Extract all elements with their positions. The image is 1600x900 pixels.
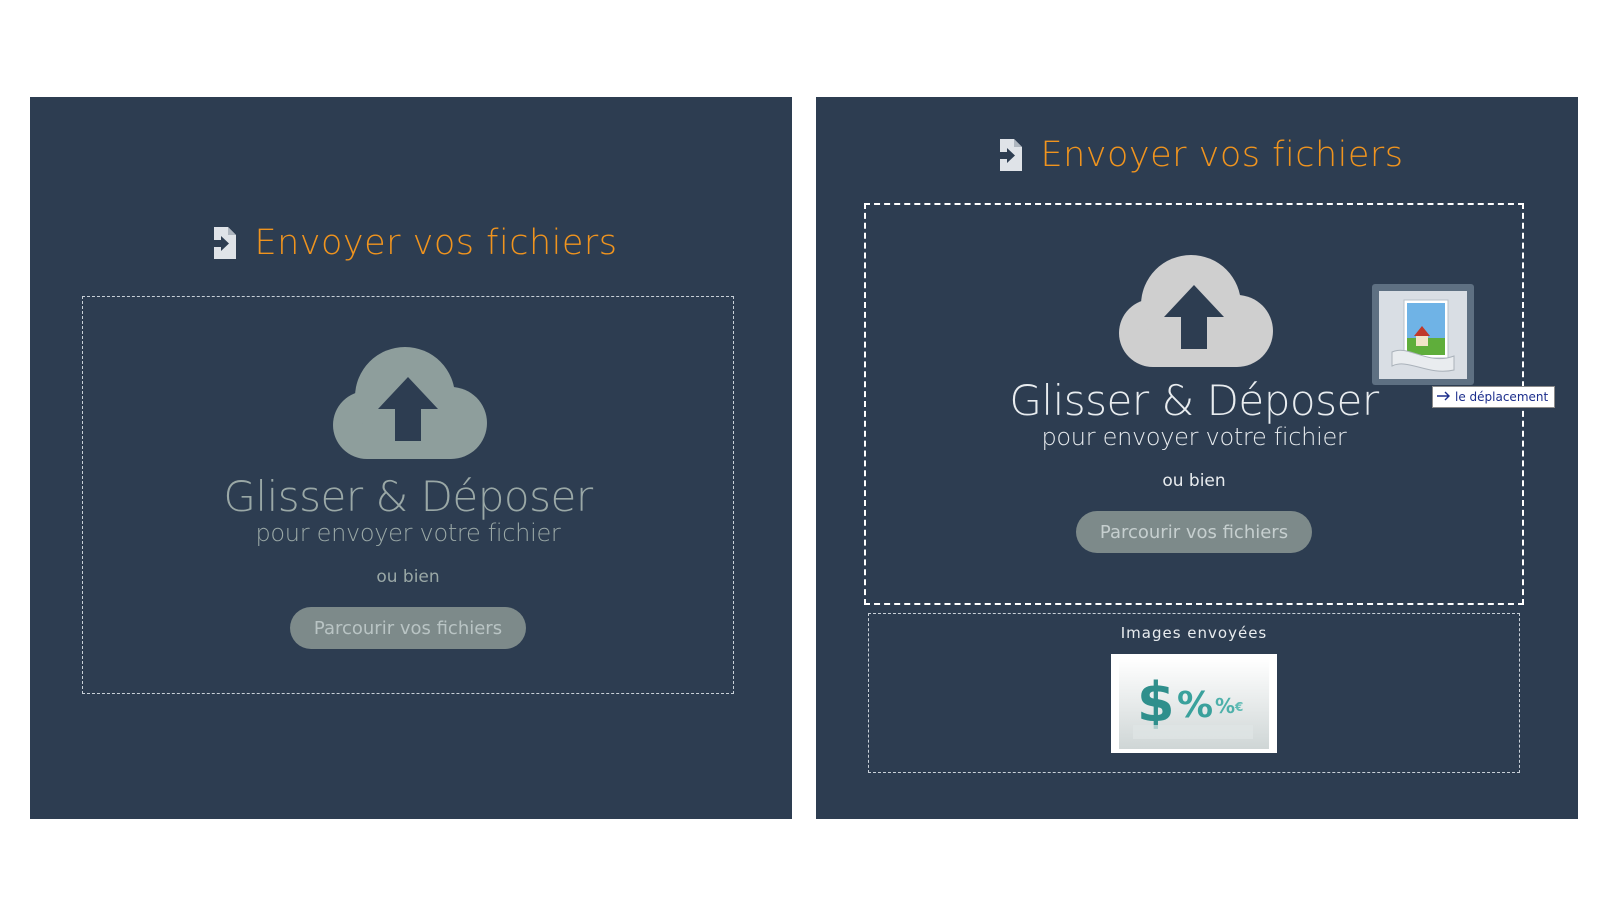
upload-panel-idle: Envoyer vos fichiers Glisser & Déposer p…: [30, 97, 792, 819]
browse-files-button[interactable]: Parcourir vos fichiers: [289, 607, 527, 649]
uploaded-images-area: Images envoyées $ % % €: [868, 613, 1520, 773]
uploaded-images-title: Images envoyées: [1120, 624, 1268, 642]
drop-zone[interactable]: Glisser & Déposer pour envoyer votre fic…: [82, 296, 734, 694]
drag-tooltip-label: le déplacement: [1455, 390, 1549, 404]
drag-tooltip: le déplacement: [1432, 386, 1556, 408]
dropzone-heading: Glisser & Déposer: [223, 472, 593, 521]
upload-panel-dragging: Envoyer vos fichiers Glisser & Déposer p…: [816, 97, 1578, 819]
panel-title: Envoyer vos fichiers: [254, 223, 618, 263]
svg-text:$: $: [1137, 671, 1175, 734]
browse-files-button[interactable]: Parcourir vos fichiers: [1075, 511, 1313, 553]
dollar-percent-image: $ % % €: [1119, 658, 1269, 749]
cloud-upload-icon: [327, 347, 489, 463]
file-import-icon: [990, 137, 1026, 173]
svg-text:%: %: [1215, 694, 1235, 718]
dropzone-or-text: ou bien: [376, 567, 440, 587]
uploaded-image-thumbnail[interactable]: $ % % €: [1111, 654, 1277, 753]
panel-title-row: Envoyer vos fichiers: [30, 223, 792, 263]
dropzone-subheading: pour envoyer votre fichier: [255, 519, 561, 547]
file-import-icon: [204, 225, 240, 261]
drop-zone[interactable]: Glisser & Déposer pour envoyer votre fic…: [864, 203, 1524, 605]
dropzone-or-text: ou bien: [1162, 471, 1226, 491]
cloud-upload-icon: [1113, 255, 1275, 371]
image-file-icon: [1379, 290, 1467, 379]
panel-title-row: Envoyer vos fichiers: [816, 135, 1578, 175]
dropzone-subheading: pour envoyer votre fichier: [1041, 423, 1347, 451]
svg-text:%: %: [1177, 685, 1213, 726]
arrow-right-icon: [1437, 390, 1451, 404]
drag-preview-thumbnail[interactable]: [1372, 284, 1474, 385]
dropzone-heading: Glisser & Déposer: [1009, 376, 1379, 425]
svg-text:€: €: [1234, 700, 1243, 714]
panel-title: Envoyer vos fichiers: [1040, 135, 1404, 175]
